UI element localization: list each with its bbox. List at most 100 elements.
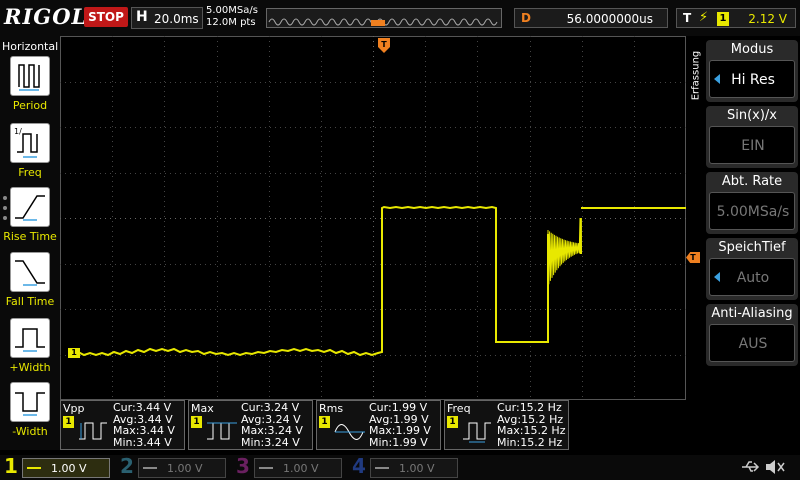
- measure-fall-time-button[interactable]: Fall Time: [0, 252, 60, 314]
- timebase-key: H: [136, 9, 148, 25]
- svg-text:1/: 1/: [14, 127, 22, 136]
- rise-time-label: Rise Time: [3, 230, 57, 243]
- measurement-rms[interactable]: Rms 1 Cur:1.99 V Avg:1.99 V Max:1.99 V M…: [316, 400, 441, 450]
- measurement-name: Rms: [319, 402, 344, 415]
- measurement-max: Max:1.99 V: [369, 424, 431, 437]
- measurement-max: Max:3.44 V: [113, 424, 175, 437]
- menu-acquire-mode[interactable]: Modus Hi Res: [706, 40, 798, 102]
- memory-overview-waveform: [268, 18, 498, 26]
- grid-lines: [60, 36, 686, 400]
- menu-anti-aliasing[interactable]: Anti-Aliasing AUS: [706, 304, 798, 366]
- channel-1-ringing-burst: [547, 217, 582, 296]
- measurement-name: Vpp: [63, 402, 85, 415]
- delay-value: 56.0000000us: [566, 12, 653, 26]
- vpp-icon: [79, 422, 107, 440]
- measurement-min: Min:3.44 V: [113, 435, 172, 449]
- waveform-display[interactable]: [60, 36, 686, 400]
- rms-icon: [334, 424, 365, 440]
- menu-anti-aliasing-value: AUS: [738, 336, 768, 352]
- channel-1-offset-marker[interactable]: 1: [68, 348, 80, 358]
- sample-info: 5.00MSa/s 12.0M pts: [206, 5, 266, 31]
- channel-2-button[interactable]: 2 1.00 V: [116, 454, 230, 480]
- menu-mode-value: Hi Res: [731, 72, 775, 88]
- coupling-dc-icon: [143, 467, 157, 469]
- channel-3-scale: 1.00 V: [283, 462, 319, 475]
- pos-width-label: +Width: [9, 361, 51, 374]
- brand-logo: RIGOL: [4, 4, 88, 29]
- menu-sinx-value: EIN: [741, 138, 765, 154]
- measurement-name: Max: [191, 402, 214, 415]
- delay-key: D: [521, 11, 531, 25]
- memory-depth: 12.0M pts: [206, 17, 256, 28]
- menu-sinx[interactable]: Sin(x)/x EIN: [706, 106, 798, 168]
- channel-4-number: 4: [352, 454, 366, 478]
- measurement-name: Freq: [447, 402, 471, 415]
- channel-badge: 1: [191, 416, 202, 428]
- top-status-bar: RIGOL STOP H 20.0ms 5.00MSa/s 12.0M pts …: [0, 0, 800, 36]
- coupling-dc-icon: [259, 467, 273, 469]
- measure-neg-width-button[interactable]: -Width: [0, 382, 60, 444]
- trigger-level-value: 2.12 V: [748, 12, 787, 26]
- measure-freq-button[interactable]: 1/ Freq: [0, 123, 60, 185]
- measure-period-button[interactable]: Period: [0, 56, 60, 118]
- coupling-dc-icon: [375, 467, 389, 469]
- measurement-vpp[interactable]: Vpp 1 Cur:3.44 V Avg:3.44 V Max:3.44 V M…: [60, 400, 185, 450]
- channel-3-button[interactable]: 3 1.00 V: [232, 454, 346, 480]
- neg-width-icon: [10, 382, 50, 422]
- memory-overview-bar[interactable]: [266, 8, 502, 28]
- measurement-min: Min:1.99 V: [369, 435, 428, 449]
- usb-icon: [742, 461, 760, 472]
- trigger-channel-badge: 1: [717, 12, 729, 26]
- trigger-display[interactable]: T ⚡ 1 2.12 V: [676, 8, 796, 28]
- measurement-min: Min:3.24 V: [241, 435, 300, 449]
- channel-2-number: 2: [120, 454, 134, 478]
- measurement-cur: Cur:15.2 Hz: [497, 401, 562, 414]
- run-stop-indicator[interactable]: STOP: [84, 7, 128, 27]
- fall-time-icon: [10, 252, 50, 292]
- trigger-position-marker[interactable]: T: [378, 38, 390, 54]
- measure-pos-width-button[interactable]: +Width: [0, 318, 60, 380]
- speaker-muted-icon[interactable]: [764, 457, 786, 477]
- measurement-cur: Cur:3.24 V: [241, 401, 300, 414]
- fall-time-label: Fall Time: [5, 295, 55, 308]
- channel-badge: 1: [447, 416, 458, 428]
- menu-sample-rate[interactable]: Abt. Rate 5.00MSa/s: [706, 172, 798, 234]
- measurement-freq[interactable]: Freq 1 Cur:15.2 Hz Avg:15.2 Hz Max:15.2 …: [444, 400, 569, 450]
- measure-rise-time-button[interactable]: Rise Time: [0, 187, 60, 249]
- measurement-max[interactable]: Max 1 Cur:3.24 V Avg:3.24 V Max:3.24 V M…: [188, 400, 313, 450]
- menu-sample-rate-title: Abt. Rate: [721, 174, 783, 189]
- trigger-level-marker[interactable]: T: [686, 252, 700, 263]
- measure-quick-panel: Horizontal Period 1/ Freq Rise Time Fall…: [0, 36, 60, 450]
- menu-mode-title: Modus: [730, 42, 774, 57]
- freq-icon: 1/: [10, 123, 50, 163]
- max-icon: [207, 422, 237, 440]
- channel-1-number: 1: [4, 454, 18, 478]
- measurement-cur: Cur:3.44 V: [113, 401, 172, 414]
- period-label: Period: [12, 99, 48, 112]
- freq-label: Freq: [18, 166, 42, 179]
- channel-badge: 1: [319, 416, 330, 428]
- menu-memory-depth[interactable]: SpeichTief Auto: [706, 238, 798, 300]
- menu-memory-depth-title: SpeichTief: [718, 240, 786, 255]
- measurement-max: Max:3.24 V: [241, 424, 303, 437]
- channel-1-scale: 1.00 V: [51, 462, 87, 475]
- channel-2-scale: 1.00 V: [167, 462, 203, 475]
- panel-title: Horizontal: [2, 40, 59, 53]
- timebase-display[interactable]: H 20.0ms: [131, 7, 203, 29]
- neg-width-label: -Width: [12, 425, 48, 438]
- menu-memory-depth-value: Auto: [736, 270, 770, 286]
- pos-width-icon: [10, 318, 50, 358]
- graticule: [60, 36, 686, 400]
- channel-badge: 1: [63, 416, 74, 428]
- channel-4-scale: 1.00 V: [399, 462, 435, 475]
- channel-4-button[interactable]: 4 1.00 V: [348, 454, 462, 480]
- channel-1-button[interactable]: 1 1.00 V: [0, 454, 114, 480]
- measurement-max: Max:15.2 Hz: [497, 424, 566, 437]
- svg-text:T: T: [381, 40, 387, 49]
- freq-icon: [463, 422, 491, 443]
- horizontal-delay-display[interactable]: D 56.0000000us: [514, 8, 668, 28]
- measurement-cur: Cur:1.99 V: [369, 401, 428, 414]
- sample-rate: 5.00MSa/s: [206, 5, 258, 16]
- trigger-key: T: [683, 11, 692, 25]
- channel-3-number: 3: [236, 454, 250, 478]
